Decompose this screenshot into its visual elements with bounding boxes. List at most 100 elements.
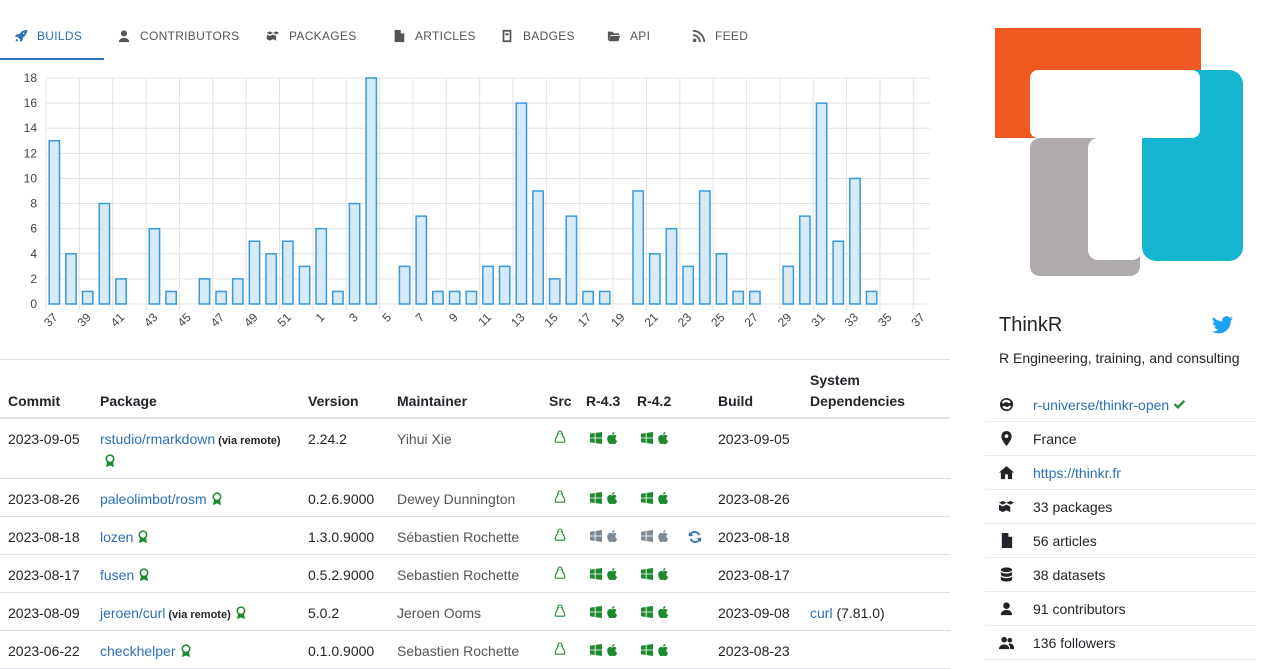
build-date: 2023-08-23 (718, 643, 790, 659)
org-info-text[interactable]: https://thinkr.fr (1033, 465, 1121, 481)
chart-bar[interactable] (331, 290, 344, 305)
chart-bar[interactable] (248, 240, 261, 305)
package-link[interactable]: lozen (100, 529, 133, 545)
org-description: R Engineering, training, and consulting (999, 350, 1240, 366)
y-tick-label: 12 (24, 146, 38, 160)
package-link[interactable]: fusen (100, 567, 134, 583)
chart-bar[interactable] (532, 190, 544, 305)
chart-bar[interactable] (598, 290, 611, 305)
r42-status[interactable] (641, 530, 669, 542)
r42-status[interactable] (641, 644, 669, 656)
chart-bar[interactable] (832, 240, 845, 305)
chart-bar[interactable] (198, 278, 211, 305)
apple-icon (607, 432, 618, 444)
src-status[interactable] (554, 527, 566, 547)
chart-bar[interactable] (115, 278, 127, 305)
org-info-item[interactable]: https://thinkr.fr (985, 456, 1257, 490)
chart-bar[interactable] (398, 265, 411, 305)
package-link[interactable]: jeroen/curl (100, 605, 165, 621)
src-status[interactable] (554, 489, 566, 509)
chart-bar[interactable] (365, 77, 378, 305)
build-date: 2023-09-08 (718, 605, 790, 621)
chart-bar[interactable] (582, 290, 594, 305)
chart-bar[interactable] (482, 265, 494, 305)
org-info-item[interactable]: r-universe/thinkr-open (985, 388, 1257, 422)
apple-icon (607, 492, 618, 504)
twitter-icon[interactable] (1212, 316, 1233, 334)
package-cell: rstudio/rmarkdown (via remote) (100, 429, 305, 471)
chart-bar[interactable] (348, 202, 361, 305)
chart-bar[interactable] (515, 102, 528, 305)
chart-bar[interactable] (465, 290, 478, 305)
org-info-value: 33 packages (1033, 498, 1113, 515)
chart-bar[interactable] (148, 227, 161, 305)
r43-status[interactable] (590, 492, 618, 504)
package-link[interactable]: paleolimbot/rosm (100, 491, 207, 507)
r42-status[interactable] (641, 606, 669, 618)
tab-articles[interactable]: ARTICLES (392, 12, 476, 60)
src-status[interactable] (554, 603, 566, 623)
tab-contributors[interactable]: CONTRIBUTORS (117, 12, 239, 60)
chart-bar[interactable] (732, 290, 745, 305)
chart-bar[interactable] (648, 253, 661, 305)
chart-bar[interactable] (565, 215, 578, 305)
chart-bar[interactable] (698, 190, 711, 305)
chart-bar[interactable] (448, 290, 461, 305)
chart-bar[interactable] (432, 290, 444, 305)
sysdep-link[interactable]: curl (810, 605, 833, 621)
src-status[interactable] (554, 641, 566, 661)
chart-bar[interactable] (48, 140, 61, 305)
package-link[interactable]: checkhelper (100, 643, 176, 659)
chart-bar[interactable] (215, 290, 228, 305)
x-tick-label: 25 (708, 310, 728, 330)
chart-bar[interactable] (665, 227, 678, 305)
chart-bar[interactable] (748, 290, 761, 305)
r42-status[interactable] (641, 432, 669, 444)
package-link[interactable]: rstudio/rmarkdown (100, 431, 215, 447)
table-row: 2023-09-05 rstudio/rmarkdown (via remote) 2… (0, 419, 950, 479)
via-remote-note: (via remote) (218, 435, 281, 447)
y-tick-label: 14 (24, 121, 38, 135)
chart-bar[interactable] (98, 202, 111, 305)
r43-status[interactable] (590, 644, 618, 656)
r43-status[interactable] (590, 568, 618, 580)
chart-bar[interactable] (815, 102, 828, 305)
chart-bar[interactable] (281, 240, 294, 305)
r42-status[interactable] (641, 568, 669, 580)
chart-bar[interactable] (415, 215, 428, 305)
chart-bar[interactable] (298, 265, 311, 305)
chart-bar[interactable] (715, 253, 728, 305)
table-row: 2023-08-17 fusen 0.5.2.9000 Sebastien Roche… (0, 555, 950, 593)
tab-packages[interactable]: PACKAGES (266, 12, 357, 60)
tab-builds[interactable]: BUILDS (0, 12, 104, 60)
src-status[interactable] (554, 565, 566, 585)
tab-badges[interactable]: BADGES (500, 12, 575, 60)
chart-bar[interactable] (165, 290, 178, 305)
rebuild-status[interactable] (688, 529, 702, 549)
chart-bar[interactable] (632, 190, 645, 305)
chart-bar[interactable] (315, 227, 328, 305)
chart-bar[interactable] (548, 278, 561, 305)
apple-icon (607, 568, 618, 580)
chart-bar[interactable] (865, 290, 878, 305)
src-status[interactable] (554, 429, 566, 449)
org-info-text[interactable]: r-universe/thinkr-open (1033, 397, 1187, 413)
tab-label: CONTRIBUTORS (140, 29, 240, 43)
sync-icon[interactable] (688, 530, 702, 544)
chart-bar[interactable] (782, 265, 795, 305)
r43-status[interactable] (590, 530, 618, 542)
chart-bar[interactable] (81, 290, 94, 305)
r43-status[interactable] (590, 432, 618, 444)
chart-bar[interactable] (265, 253, 278, 305)
chart-bar[interactable] (65, 253, 77, 305)
chart-bar[interactable] (682, 265, 695, 305)
chart-bar[interactable] (498, 265, 511, 305)
tab-feed[interactable]: FEED (692, 12, 748, 60)
tab-api[interactable]: API (607, 12, 650, 60)
chart-bar[interactable] (849, 177, 861, 305)
r42-status[interactable] (641, 492, 669, 504)
chart-bar[interactable] (798, 215, 811, 305)
r43-status[interactable] (590, 606, 618, 618)
chart-bar[interactable] (231, 278, 244, 305)
org-info-text: France (1033, 431, 1077, 447)
